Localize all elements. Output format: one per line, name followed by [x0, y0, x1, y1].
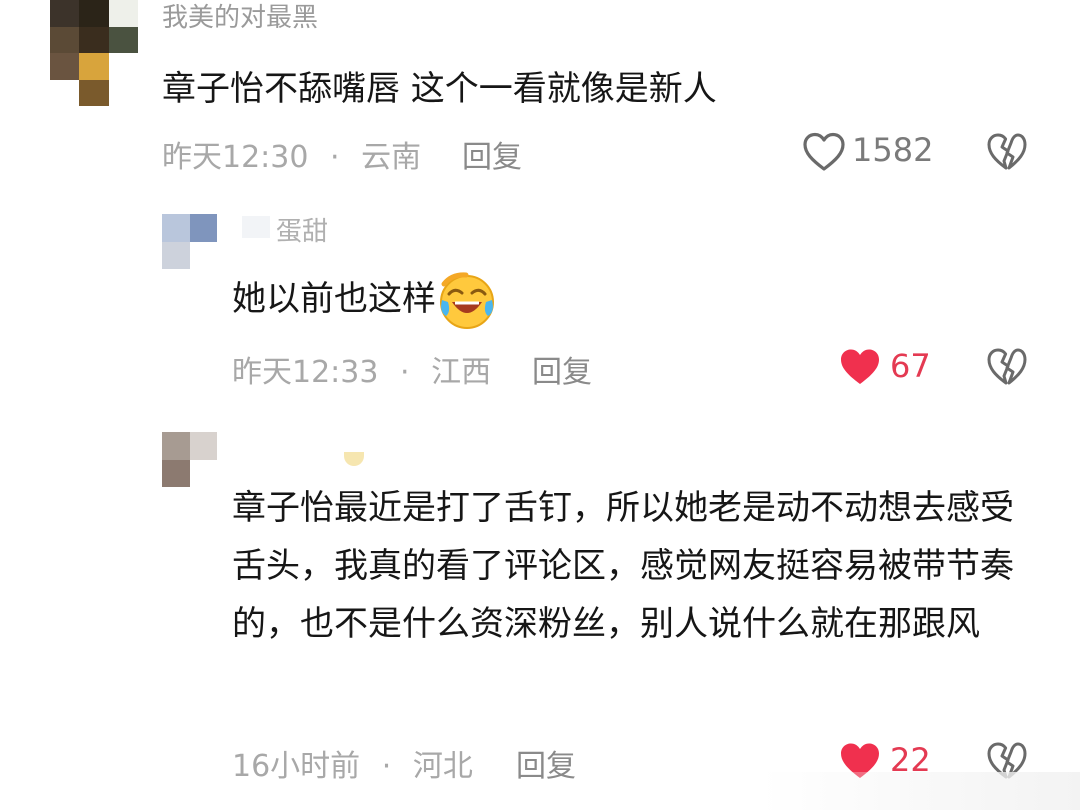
bottom-fade	[760, 772, 1080, 810]
meta-separator: ·	[381, 749, 392, 784]
like-count: 1582	[852, 131, 934, 169]
avatar[interactable]	[162, 214, 217, 269]
comment-meta: 昨天12:30 · 云南	[162, 132, 421, 176]
meta-separator: ·	[400, 355, 410, 390]
comment-meta: 16小时前 · 河北	[232, 741, 473, 785]
comment-time: 昨天12:30	[162, 140, 309, 175]
broken-heart-icon[interactable]	[986, 131, 1028, 173]
comment-time: 昨天12:33	[232, 355, 379, 390]
reply-button[interactable]: 回复	[462, 132, 522, 176]
comment-location: 河北	[412, 749, 473, 784]
comment-text: 章子怡不舔嘴唇 这个一看就像是新人	[162, 69, 717, 109]
like-count: 67	[890, 347, 931, 385]
heart-icon[interactable]	[802, 131, 846, 173]
username-emoji-icon	[344, 452, 364, 466]
reply-button[interactable]: 回复	[532, 347, 592, 391]
username-blur	[242, 216, 270, 238]
heart-icon[interactable]	[838, 346, 882, 388]
avatar[interactable]	[50, 0, 138, 106]
username[interactable]: 蛋甜	[276, 212, 332, 246]
comment-text: 章子怡最近是打了舌钉，所以她老是动不动想去感受舌头，我真的看了评论区，感觉网友挺…	[232, 488, 1014, 644]
laughing-crying-emoji-icon	[438, 271, 496, 330]
comment-meta: 昨天12:33 · 江西	[232, 347, 491, 391]
comment-location: 江西	[431, 355, 492, 390]
username[interactable]: 我美的对最黑	[162, 0, 318, 38]
comment-time: 16小时前	[232, 749, 361, 784]
comment-text-content: 她以前也这样	[232, 279, 436, 319]
comment-location: 云南	[361, 140, 422, 175]
meta-separator: ·	[330, 140, 340, 175]
avatar[interactable]	[162, 432, 217, 487]
comment-text: 她以前也这样	[232, 270, 1012, 330]
reply-button[interactable]: 回复	[516, 741, 576, 785]
broken-heart-icon[interactable]	[986, 346, 1028, 388]
